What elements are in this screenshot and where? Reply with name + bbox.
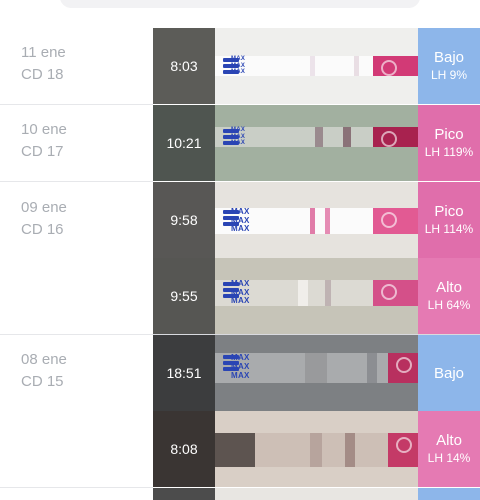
result-badge: Bajo LH 9%: [418, 28, 480, 104]
result-badge: Pico LH 119%: [418, 105, 480, 181]
day-label-3: 08 ene CD 15: [0, 349, 153, 393]
test-row[interactable]: 10:21 MAX MAX MAX Pico LH 119%: [153, 105, 480, 181]
test-time: 18:51: [153, 335, 215, 411]
test-strip-photo[interactable]: MAX MAX MAX: [215, 335, 418, 411]
result-level: Alto: [436, 432, 462, 449]
divider: [0, 334, 153, 335]
result-level: Bajo: [433, 49, 465, 66]
lh-percent: LH 114%: [424, 222, 474, 236]
strip-brand-text: MAX MAX MAX: [231, 207, 250, 233]
result-badge: Bajo: [418, 335, 480, 411]
date-text: 09 ene: [21, 199, 67, 216]
test-time: 8:08: [153, 411, 215, 487]
date-text: 08 ene: [21, 351, 67, 368]
result-level: Bajo: [433, 364, 465, 382]
divider: [0, 104, 153, 105]
result-badge: Pico LH 114%: [418, 182, 480, 258]
result-level: Pico: [434, 126, 464, 143]
test-time: 9:55: [153, 258, 215, 334]
divider: [0, 181, 153, 182]
date-text: 10 ene: [21, 121, 67, 138]
search-bar[interactable]: [60, 0, 420, 8]
strip-brand-text: MAX MAX MAX: [231, 353, 250, 380]
lh-percent: LH 14%: [427, 451, 471, 465]
strip-brand-text: MAX MAX MAX: [231, 127, 246, 146]
test-strip-photo[interactable]: MAX MAX MAX: [215, 28, 418, 104]
test-strip-photo[interactable]: [215, 411, 418, 487]
test-row[interactable]: 9:55 MAX MAX MAX Alto LH 64%: [153, 258, 480, 334]
result-level: Pico: [434, 203, 464, 220]
lh-percent: LH 119%: [424, 145, 474, 159]
cycle-day-text: CD 15: [21, 373, 64, 390]
strip-brand-text: MAX MAX MAX: [231, 279, 250, 305]
test-time: 9:58: [153, 182, 215, 258]
lh-percent: LH 64%: [427, 298, 471, 312]
test-row[interactable]: [153, 488, 480, 500]
cycle-day-text: CD 16: [21, 221, 64, 238]
result-level: Alto: [436, 279, 462, 296]
test-row[interactable]: 8:08 Alto LH 14%: [153, 411, 480, 487]
result-badge: Alto LH 64%: [418, 258, 480, 334]
result-badge: [418, 488, 480, 500]
result-badge: Alto LH 14%: [418, 411, 480, 487]
divider: [0, 487, 153, 488]
test-time: 8:03: [153, 28, 215, 104]
test-row[interactable]: 8:03 MAX MAX MAX Bajo LH 9%: [153, 28, 480, 104]
test-row[interactable]: 18:51 MAX MAX MAX Bajo: [153, 335, 480, 411]
top-bar: [0, 0, 480, 28]
strip-brand-text: MAX MAX MAX: [231, 56, 246, 75]
cycle-day-text: CD 17: [21, 143, 64, 160]
test-strip-photo[interactable]: MAX MAX MAX: [215, 105, 418, 181]
day-label-1: 10 ene CD 17: [0, 119, 153, 163]
day-label-0: 11 ene CD 18: [0, 42, 153, 86]
day-label-2: 09 ene CD 16: [0, 197, 153, 241]
lh-percent: LH 9%: [430, 68, 468, 82]
test-time-partial: [153, 488, 215, 500]
test-strip-photo[interactable]: MAX MAX MAX: [215, 182, 418, 258]
test-row[interactable]: 9:58 MAX MAX MAX Pico LH 114%: [153, 182, 480, 258]
cycle-day-text: CD 18: [21, 66, 64, 83]
test-time: 10:21: [153, 105, 215, 181]
test-strip-photo[interactable]: [215, 488, 418, 500]
test-strip-photo[interactable]: MAX MAX MAX: [215, 258, 418, 334]
date-text: 11 ene: [21, 44, 66, 61]
